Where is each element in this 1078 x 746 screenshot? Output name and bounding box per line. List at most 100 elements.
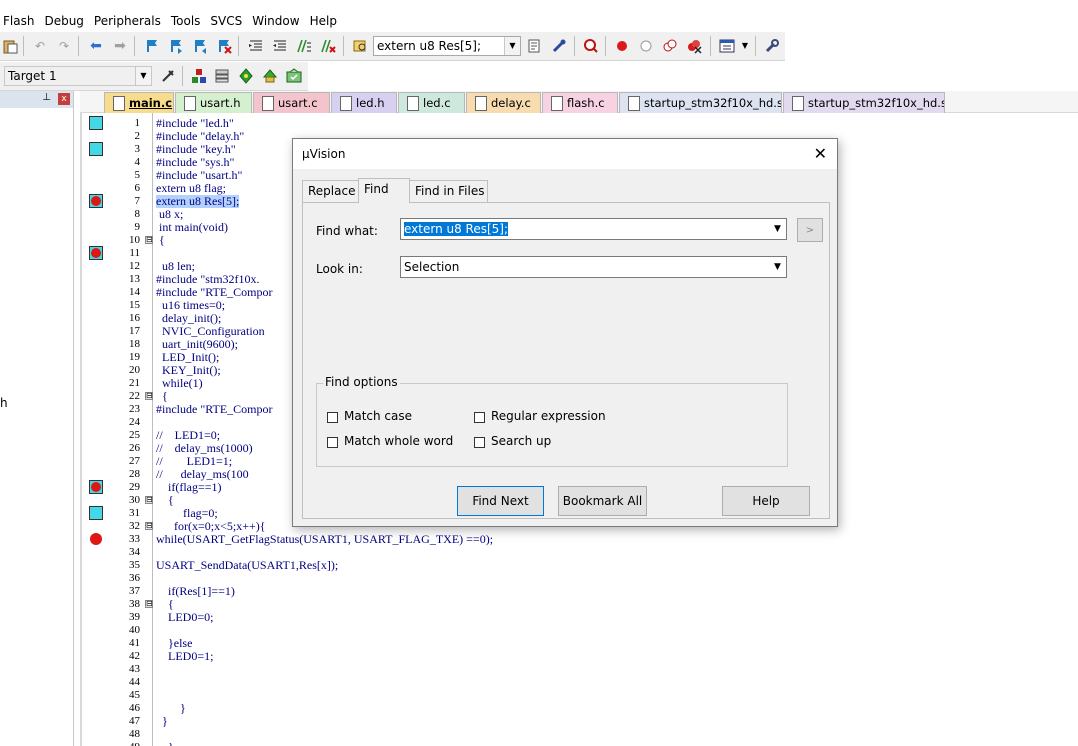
code-line[interactable]: 43 (82, 663, 1078, 676)
insert-breakpoint-icon[interactable] (614, 38, 630, 54)
bookmark-prev-icon[interactable] (168, 38, 184, 54)
menu-flash[interactable]: Flash (0, 14, 41, 28)
breakpoint-bookmark-icon[interactable] (89, 246, 103, 260)
tab-startup-hd-s-1[interactable]: startup_stm32f10x_hd.s (619, 92, 782, 113)
code-line[interactable]: 42 LED0=1; (82, 650, 1078, 663)
paste-icon[interactable] (2, 38, 18, 54)
fold-toggle-icon[interactable]: ⊟ (145, 600, 153, 608)
menu-svcs[interactable]: SVCS (207, 14, 249, 28)
find-what-field[interactable]: extern u8 Res[5]; ▼ (400, 218, 787, 240)
chevron-down-icon[interactable]: ▼ (135, 67, 151, 85)
fold-toggle-icon[interactable]: ⊟ (145, 236, 153, 244)
layout-dropdown-icon[interactable]: ▼ (737, 38, 753, 54)
target-options-icon[interactable] (160, 68, 176, 84)
run-time-env-icon[interactable] (286, 68, 302, 84)
tab-replace[interactable]: Replace (302, 180, 359, 202)
tab-startup-hd-s-2[interactable]: startup_stm32f10x_hd.s (783, 92, 945, 113)
fold-toggle-icon[interactable]: ⊟ (145, 392, 153, 400)
unindent-icon[interactable] (272, 38, 288, 54)
close-icon[interactable]: x (58, 93, 70, 105)
disable-all-breakpoints-icon[interactable] (662, 38, 678, 54)
match-case-checkbox[interactable] (327, 412, 338, 423)
find-in-files-icon[interactable] (352, 38, 368, 54)
file-extensions-icon[interactable] (191, 68, 207, 84)
match-case-label[interactable]: Match case (344, 409, 412, 423)
find-next-button[interactable]: Find Next (457, 486, 544, 516)
match-whole-word-label[interactable]: Match whole word (344, 434, 453, 448)
bookmark-all-button[interactable]: Bookmark All (558, 486, 647, 516)
bookmark-icon[interactable] (89, 506, 103, 520)
menu-debug[interactable]: Debug (41, 14, 90, 28)
disable-breakpoint-icon[interactable] (638, 38, 654, 54)
tab-usart-h[interactable]: usart.h (175, 92, 252, 113)
tab-find-in-files[interactable]: Find in Files (409, 180, 488, 202)
tab-led-c[interactable]: led.c (398, 92, 465, 113)
fold-toggle-icon[interactable]: ⊟ (145, 522, 153, 530)
tab-flash-c[interactable]: flash.c (542, 92, 618, 113)
nav-back-icon[interactable]: ⬅ (88, 38, 104, 54)
code-line[interactable]: 35 USART_SendData(USART1,Res[x]); (82, 559, 1078, 572)
help-button[interactable]: Help (722, 486, 810, 516)
code-line[interactable]: 33 while(USART_GetFlagStatus(USART1, USAR… (82, 533, 1078, 546)
match-whole-word-checkbox[interactable] (327, 437, 338, 448)
uncomment-icon[interactable] (320, 38, 336, 54)
code-line[interactable]: 49 } (82, 741, 1078, 746)
undo-icon[interactable]: ↶ (32, 38, 48, 54)
tab-led-h[interactable]: led.h (331, 92, 397, 113)
close-icon[interactable]: ✕ (814, 145, 827, 163)
tab-find[interactable]: Find (358, 178, 410, 203)
debug-session-icon[interactable] (551, 38, 567, 54)
menu-tools[interactable]: Tools (168, 14, 208, 28)
regular-expression-checkbox[interactable] (474, 412, 485, 423)
chevron-down-icon[interactable]: ▼ (769, 219, 786, 239)
bookmark-icon[interactable] (89, 142, 103, 156)
fold-toggle-icon[interactable]: ⊟ (145, 496, 153, 504)
find-combo[interactable]: extern u8 Res[5]; ▼ (373, 36, 521, 56)
code-line[interactable]: 45 (82, 689, 1078, 702)
code-line[interactable]: 40 (82, 624, 1078, 637)
find-what-more-button[interactable]: > (797, 218, 823, 242)
chevron-down-icon[interactable]: ▼ (504, 37, 520, 55)
tab-delay-c[interactable]: delay.c (466, 92, 541, 113)
window-layout-icon[interactable] (719, 38, 735, 54)
chevron-down-icon[interactable]: ▼ (769, 257, 786, 277)
indent-icon[interactable] (248, 38, 264, 54)
nav-forward-icon[interactable]: ➡ (112, 38, 128, 54)
tab-main-c[interactable]: main.c (104, 92, 174, 113)
regular-expression-label[interactable]: Regular expression (491, 409, 606, 423)
configure-wrench-icon[interactable] (764, 38, 780, 54)
redo-icon[interactable]: ↷ (56, 38, 72, 54)
bookmark-icon[interactable] (89, 116, 103, 130)
menu-help[interactable]: Help (307, 14, 344, 28)
search-up-checkbox[interactable] (474, 437, 485, 448)
breakpoint-bookmark-icon[interactable] (89, 194, 103, 208)
manage-project-icon[interactable] (214, 68, 230, 84)
look-in-select[interactable]: Selection ▼ (400, 256, 787, 278)
kill-all-breakpoints-icon[interactable] (686, 38, 702, 54)
code-text: } (156, 714, 168, 728)
breakpoint-icon[interactable] (90, 533, 102, 545)
menu-window[interactable]: Window (249, 14, 306, 28)
code-line[interactable]: 37 if(Res[1]==1) (82, 585, 1078, 598)
pin-icon[interactable]: ⊥ (42, 92, 51, 103)
code-line[interactable]: 46 } (82, 702, 1078, 715)
bookmark-toggle-icon[interactable] (144, 38, 160, 54)
search-up-label[interactable]: Search up (491, 434, 551, 448)
bookmark-next-icon[interactable] (192, 38, 208, 54)
bookmark-clear-icon[interactable] (216, 38, 232, 54)
code-line[interactable]: 48 (82, 728, 1078, 741)
select-packs-icon[interactable] (238, 68, 254, 84)
code-line[interactable]: 47 } (82, 715, 1078, 728)
code-line[interactable]: 38 ⊟ { (82, 598, 1078, 611)
comment-icon[interactable] (296, 38, 312, 54)
code-line[interactable]: 41 }else (82, 637, 1078, 650)
code-line[interactable]: 39 LED0=0; (82, 611, 1078, 624)
tab-usart-c[interactable]: usart.c (253, 92, 330, 113)
start-debug-icon[interactable] (583, 38, 599, 54)
breakpoint-bookmark-icon[interactable] (89, 480, 103, 494)
target-select[interactable]: Target 1 ▼ (4, 66, 152, 86)
pack-installer-icon[interactable] (262, 68, 278, 84)
incremental-find-icon[interactable] (527, 38, 543, 54)
code-line[interactable]: 44 (82, 676, 1078, 689)
menu-peripherals[interactable]: Peripherals (91, 14, 168, 28)
